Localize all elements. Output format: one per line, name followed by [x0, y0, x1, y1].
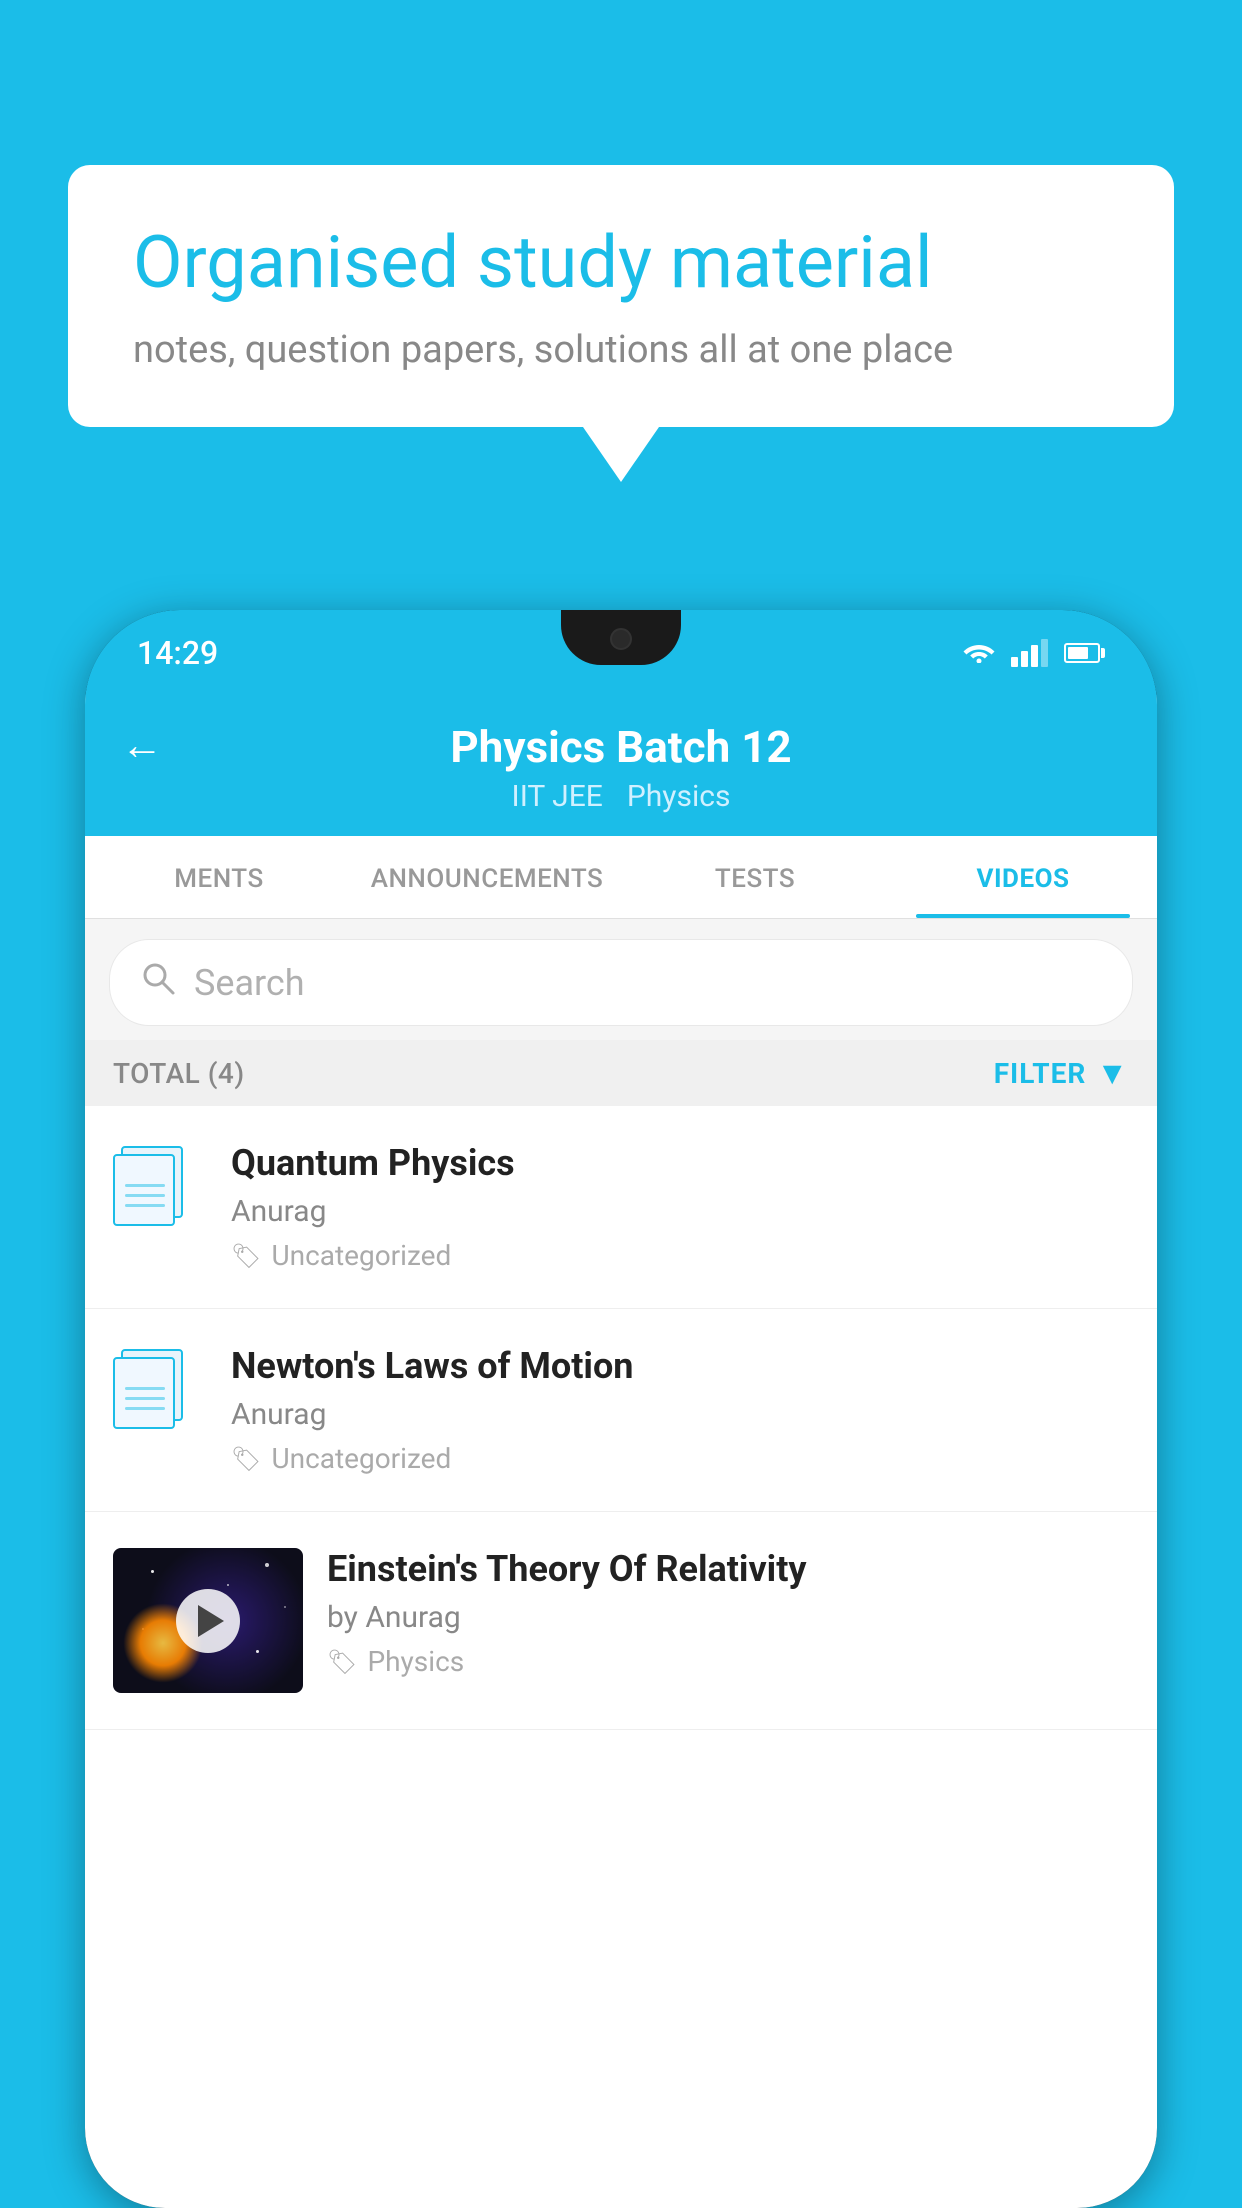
video-title: Einstein's Theory Of Relativity — [327, 1548, 1129, 1590]
video-author: by Anurag — [327, 1600, 1129, 1635]
status-bar: 14:29 — [85, 610, 1157, 695]
tag-label: Physics — [367, 1645, 464, 1678]
total-count: TOTAL (4) — [113, 1057, 245, 1090]
tag-icon: 🏷 — [231, 1445, 261, 1473]
speech-bubble-arrow — [583, 427, 659, 482]
list-item[interactable]: Quantum Physics Anurag 🏷 Uncategorized — [85, 1106, 1157, 1309]
subtitle-iitjee: IIT JEE — [512, 779, 603, 814]
battery-icon — [1064, 643, 1105, 663]
filter-label: FILTER — [994, 1057, 1087, 1090]
hero-subtitle: notes, question papers, solutions all at… — [133, 328, 1109, 372]
video-doc-icon — [113, 1349, 203, 1429]
video-tag: 🏷 Uncategorized — [231, 1239, 1129, 1272]
app-header: ← Physics Batch 12 IIT JEE Physics — [85, 695, 1157, 836]
speech-bubble: Organised study material notes, question… — [68, 165, 1174, 427]
video-tag: 🏷 Uncategorized — [231, 1442, 1129, 1475]
video-content: Einstein's Theory Of Relativity by Anura… — [327, 1548, 1129, 1678]
video-thumbnail — [113, 1548, 303, 1693]
video-author: Anurag — [231, 1397, 1129, 1432]
tab-announcements[interactable]: ANNOUNCEMENTS — [353, 836, 621, 918]
list-item[interactable]: Einstein's Theory Of Relativity by Anura… — [85, 1512, 1157, 1730]
video-title: Quantum Physics — [231, 1142, 1129, 1184]
video-author: Anurag — [231, 1194, 1129, 1229]
wifi-icon — [963, 639, 995, 667]
signal-icon — [1011, 639, 1048, 667]
filter-row: TOTAL (4) FILTER ▼ — [85, 1040, 1157, 1106]
tab-bar: MENTS ANNOUNCEMENTS TESTS VIDEOS — [85, 836, 1157, 919]
notch — [561, 610, 681, 665]
tab-tests[interactable]: TESTS — [621, 836, 889, 918]
tag-icon: 🏷 — [231, 1242, 261, 1270]
tag-label: Uncategorized — [271, 1239, 451, 1272]
app-subtitle: IIT JEE Physics — [512, 779, 731, 814]
list-item[interactable]: Newton's Laws of Motion Anurag 🏷 Uncateg… — [85, 1309, 1157, 1512]
video-content: Newton's Laws of Motion Anurag 🏷 Uncateg… — [231, 1345, 1129, 1475]
hero-section: Organised study material notes, question… — [68, 165, 1174, 482]
app-title: Physics Batch 12 — [450, 721, 791, 773]
back-button[interactable]: ← — [121, 721, 163, 770]
tag-icon: 🏷 — [327, 1648, 357, 1676]
camera — [610, 628, 632, 650]
video-title: Newton's Laws of Motion — [231, 1345, 1129, 1387]
video-content: Quantum Physics Anurag 🏷 Uncategorized — [231, 1142, 1129, 1272]
play-button[interactable] — [176, 1589, 240, 1653]
subtitle-physics: Physics — [627, 779, 731, 814]
status-icons — [963, 639, 1105, 667]
search-bar[interactable]: Search — [109, 939, 1133, 1026]
status-time: 14:29 — [137, 634, 218, 672]
video-doc-icon — [113, 1146, 203, 1226]
filter-icon: ▼ — [1096, 1054, 1129, 1092]
phone-frame: 14:29 — [85, 610, 1157, 2208]
filter-button[interactable]: FILTER ▼ — [994, 1054, 1129, 1092]
play-triangle-icon — [198, 1605, 224, 1637]
search-bar-wrap: Search — [85, 919, 1157, 1040]
tag-label: Uncategorized — [271, 1442, 451, 1475]
search-icon — [140, 960, 176, 1005]
tab-videos[interactable]: VIDEOS — [889, 836, 1157, 918]
phone-screen: ← Physics Batch 12 IIT JEE Physics MENTS… — [85, 695, 1157, 2208]
tab-ments[interactable]: MENTS — [85, 836, 353, 918]
search-placeholder: Search — [194, 962, 305, 1004]
video-tag: 🏷 Physics — [327, 1645, 1129, 1678]
hero-title: Organised study material — [133, 220, 1109, 306]
